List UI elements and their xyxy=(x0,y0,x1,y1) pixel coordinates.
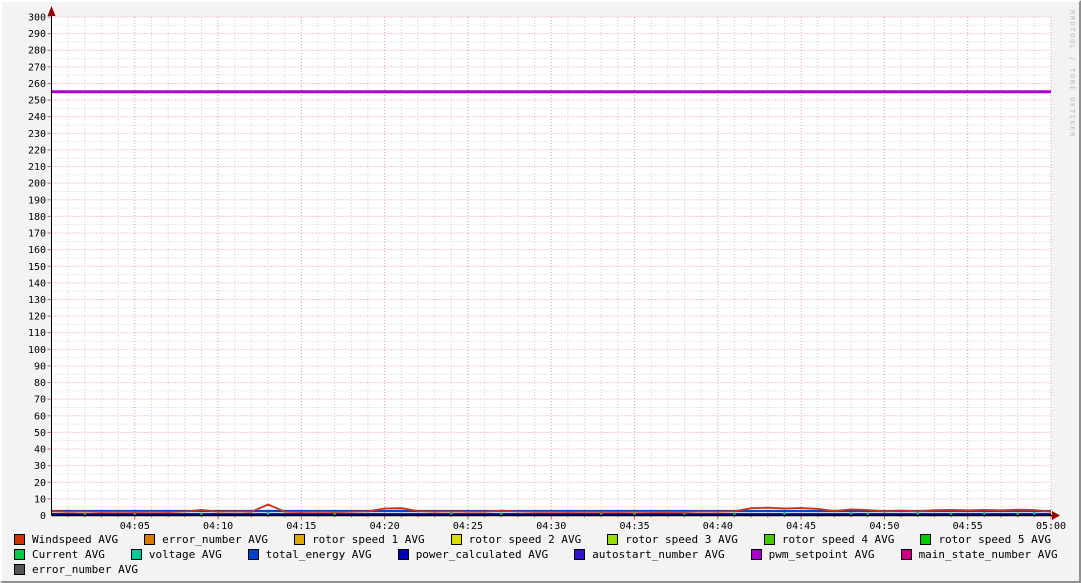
svg-text:04:55: 04:55 xyxy=(953,521,983,531)
legend-item: rotor speed 4 AVG xyxy=(763,533,895,546)
svg-text:0: 0 xyxy=(40,511,46,522)
legend-item: pwm_setpoint AVG xyxy=(750,548,875,561)
svg-text:240: 240 xyxy=(28,112,46,123)
legend-swatch-icon xyxy=(144,534,156,545)
svg-text:120: 120 xyxy=(28,312,46,323)
legend-swatch-icon xyxy=(574,549,586,560)
svg-text:260: 260 xyxy=(28,79,46,90)
rrdtool-watermark: RRDTOOL / TOBI OETIKER xyxy=(1068,10,1076,138)
svg-text:110: 110 xyxy=(28,328,46,339)
chart-legend: Windspeed AVG error_number AVG rotor speed… xyxy=(14,532,1058,577)
legend-row: Current AVG voltage AVG total_energy AVG po… xyxy=(14,547,1058,562)
svg-text:270: 270 xyxy=(28,62,46,73)
legend-item: power_calculated AVG xyxy=(397,548,549,561)
legend-item: rotor speed 3 AVG xyxy=(607,533,738,546)
rrdtool-graph: 0 10 20 30 40 50 60 70 80 90 100 110 120 130 140 150 160… xyxy=(0,0,1081,583)
legend-item: voltage AVG xyxy=(130,548,222,561)
chart-plot-area: 0 10 20 30 40 50 60 70 80 90 100 110 120 130 140 150 160… xyxy=(28,6,1066,531)
svg-text:80: 80 xyxy=(34,378,46,389)
legend-label: rotor speed 3 AVG xyxy=(625,533,738,546)
svg-text:230: 230 xyxy=(28,129,46,140)
svg-text:200: 200 xyxy=(28,179,46,190)
legend-item: rotor speed 2 AVG xyxy=(450,533,582,546)
legend-item: Current AVG xyxy=(14,548,105,561)
svg-text:04:40: 04:40 xyxy=(703,521,733,531)
legend-label: Windspeed AVG xyxy=(32,533,119,546)
legend-label: autostart_number AVG xyxy=(592,548,725,561)
svg-text:40: 40 xyxy=(34,445,46,456)
legend-row: Windspeed AVG error_number AVG rotor speed… xyxy=(14,532,1058,547)
svg-text:130: 130 xyxy=(28,295,46,306)
legend-swatch-icon xyxy=(294,534,306,545)
legend-item: error_number AVG xyxy=(144,533,268,546)
svg-text:60: 60 xyxy=(34,411,46,422)
legend-swatch-icon xyxy=(247,549,259,560)
legend-row: error_number AVG xyxy=(14,562,1058,577)
legend-label: main_state_number AVG xyxy=(918,548,1058,561)
svg-text:10: 10 xyxy=(34,494,46,505)
legend-label: error_number AVG xyxy=(162,533,269,546)
svg-text:150: 150 xyxy=(28,262,46,273)
legend-swatch-icon xyxy=(607,534,619,545)
legend-label: rotor speed 1 AVG xyxy=(312,533,425,546)
legend-label: pwm_setpoint AVG xyxy=(768,548,875,561)
legend-swatch-icon xyxy=(450,534,462,545)
svg-text:220: 220 xyxy=(28,145,46,156)
legend-swatch-icon xyxy=(14,564,25,575)
legend-label: rotor speed 4 AVG xyxy=(781,533,895,546)
svg-text:180: 180 xyxy=(28,212,46,223)
legend-label: power_calculated AVG xyxy=(415,548,549,561)
svg-text:70: 70 xyxy=(34,395,46,406)
svg-text:04:35: 04:35 xyxy=(619,521,649,531)
svg-text:04:20: 04:20 xyxy=(370,521,400,531)
svg-text:290: 290 xyxy=(28,29,46,40)
svg-text:210: 210 xyxy=(28,162,46,173)
legend-swatch-icon xyxy=(397,549,409,560)
legend-swatch-icon xyxy=(900,549,912,560)
legend-item: autostart_number AVG xyxy=(574,548,725,561)
legend-swatch-icon xyxy=(750,549,762,560)
svg-text:190: 190 xyxy=(28,195,46,206)
legend-label: voltage AVG xyxy=(148,548,222,561)
svg-text:300: 300 xyxy=(28,13,46,24)
legend-label: total_energy AVG xyxy=(265,548,372,561)
legend-swatch-icon xyxy=(14,534,25,545)
legend-label: error_number AVG xyxy=(32,563,138,576)
svg-text:170: 170 xyxy=(28,229,46,240)
legend-swatch-icon xyxy=(130,549,142,560)
svg-text:100: 100 xyxy=(28,345,46,356)
svg-text:20: 20 xyxy=(34,478,46,489)
legend-item: main_state_number AVG xyxy=(900,548,1058,561)
svg-text:04:50: 04:50 xyxy=(869,521,899,531)
svg-text:250: 250 xyxy=(28,96,46,107)
legend-item: rotor speed 1 AVG xyxy=(294,533,425,546)
svg-text:04:45: 04:45 xyxy=(786,521,816,531)
svg-text:05:00: 05:00 xyxy=(1036,521,1066,531)
legend-item: rotor speed 5 AVG xyxy=(920,533,1051,546)
svg-text:04:15: 04:15 xyxy=(286,521,316,531)
svg-text:04:30: 04:30 xyxy=(536,521,566,531)
svg-text:280: 280 xyxy=(28,46,46,57)
legend-item: total_energy AVG xyxy=(247,548,372,561)
svg-text:160: 160 xyxy=(28,245,46,256)
legend-label: rotor speed 5 AVG xyxy=(938,533,1052,546)
legend-swatch-icon xyxy=(14,549,25,560)
svg-text:30: 30 xyxy=(34,461,46,472)
legend-label: Current AVG xyxy=(32,548,105,561)
svg-text:04:25: 04:25 xyxy=(453,521,483,531)
legend-swatch-icon xyxy=(763,534,775,545)
svg-text:50: 50 xyxy=(34,428,46,439)
svg-text:04:05: 04:05 xyxy=(120,521,150,531)
legend-item: Windspeed AVG xyxy=(14,533,118,546)
svg-text:04:10: 04:10 xyxy=(203,521,233,531)
svg-text:90: 90 xyxy=(34,361,46,372)
svg-text:140: 140 xyxy=(28,278,46,289)
legend-swatch-icon xyxy=(920,534,932,545)
legend-item: error_number AVG xyxy=(14,563,138,576)
legend-label: rotor speed 2 AVG xyxy=(468,533,582,546)
